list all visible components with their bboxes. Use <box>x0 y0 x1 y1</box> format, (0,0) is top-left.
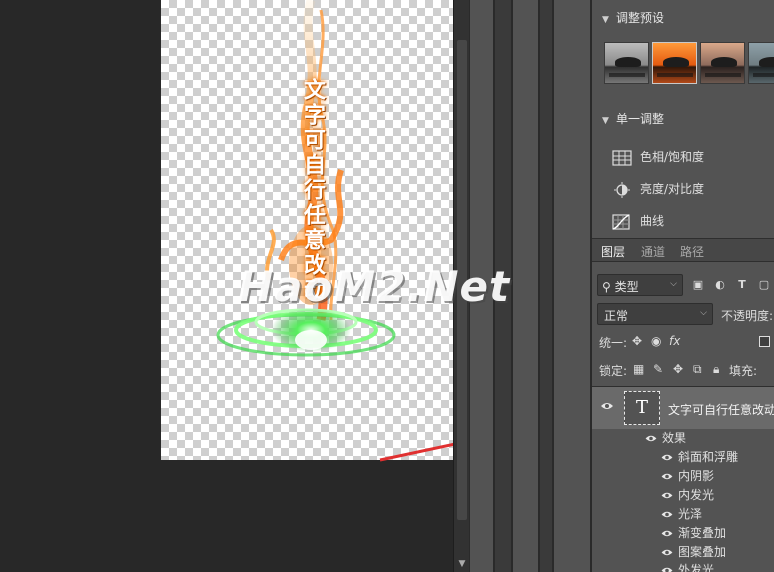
layer-name[interactable]: 文字可自行任意改动 <box>668 401 774 418</box>
lock-position-icon[interactable]: ✥ <box>673 362 683 376</box>
adjustments-layers-panel: ▼ 调整预设 ▼ 单一调整 色相/饱和度 亮度/对比度 曲线 图层 通道 路径 … <box>591 0 774 572</box>
effect-item[interactable]: 外发光 <box>660 561 714 572</box>
panel-dock-column <box>553 0 591 572</box>
effect-label: 斜面和浮雕 <box>678 450 739 464</box>
chevron-down-icon: ▼ <box>602 15 609 25</box>
eye-icon[interactable] <box>660 566 674 572</box>
panel-dock-column <box>512 0 539 572</box>
eye-icon[interactable] <box>660 510 674 519</box>
blend-mode-select[interactable]: 正常 ⌵ <box>597 303 713 325</box>
effects-label: 效果 <box>662 431 687 445</box>
lock-transparent-icon[interactable]: ▦ <box>633 362 644 376</box>
lock-brush-icon[interactable]: ✎ <box>653 362 663 376</box>
adjustment-filter-icon[interactable]: ◐ <box>713 278 727 292</box>
effect-item[interactable]: 斜面和浮雕 <box>660 448 738 465</box>
lock-artboard-icon[interactable]: ⧉ <box>693 362 702 377</box>
propagate-checkbox[interactable] <box>759 336 770 347</box>
eye-icon[interactable] <box>600 401 614 411</box>
preset-thumbnail[interactable] <box>652 42 697 84</box>
eye-icon[interactable] <box>660 472 674 481</box>
adjust-label: 曲线 <box>640 214 665 228</box>
tab-paths[interactable]: 路径 <box>680 243 704 260</box>
lock-label: 锁定: <box>599 364 628 378</box>
effect-label: 内阴影 <box>678 469 715 483</box>
curves-icon <box>612 213 630 230</box>
adjust-brightness-contrast[interactable]: 亮度/对比度 <box>612 180 704 198</box>
text-layer-row[interactable]: T 文字可自行任意改动 <box>592 387 774 429</box>
search-icon: ⚲ <box>602 280 611 294</box>
filter-kind-value: 类型 <box>614 280 639 294</box>
document-canvas[interactable]: 文字可自行任意改动 <box>161 0 453 460</box>
eye-icon[interactable] <box>644 434 658 443</box>
lock-row: 锁定: ▦ ✎ ✥ ⧉ 🔒︎ 填充: <box>599 362 774 380</box>
blend-mode-row: 正常 ⌵ 不透明度: <box>597 303 774 327</box>
presets-section-header[interactable]: ▼ 调整预设 <box>602 9 664 26</box>
tab-channels[interactable]: 通道 <box>641 243 665 260</box>
unify-label: 统一: <box>599 336 628 350</box>
fill-label: 填充: <box>729 364 758 378</box>
preset-thumbnails <box>604 42 774 84</box>
eye-icon[interactable] <box>660 529 674 538</box>
text-filter-icon[interactable]: T <box>735 278 749 292</box>
unify-position-icon[interactable]: ✥ <box>632 334 642 348</box>
effect-item[interactable]: 内阴影 <box>660 467 714 484</box>
chevron-down-icon: ⌵ <box>700 308 707 318</box>
panel-dock-divider <box>539 0 553 572</box>
canvas-scrollbar[interactable]: ▼ <box>453 0 469 572</box>
opacity-label: 不透明度: <box>721 309 774 323</box>
unify-visibility-icon[interactable]: ◉ <box>651 334 661 348</box>
canvas-vertical-text: 文字可自行任意改动 <box>300 78 326 303</box>
adjust-curves[interactable]: 曲线 <box>612 212 664 230</box>
unify-style-icon[interactable]: fx <box>669 334 680 348</box>
effect-label: 图案叠加 <box>678 545 727 559</box>
effect-item[interactable]: 内发光 <box>660 486 714 503</box>
scroll-down-icon[interactable]: ▼ <box>456 558 468 570</box>
panel-dock-divider <box>494 0 512 572</box>
layer-list: T 文字可自行任意改动 效果 斜面和浮雕 内阴影 内发光 光泽 渐变叠加 图案叠… <box>592 386 774 572</box>
eye-icon[interactable] <box>660 491 674 500</box>
brightness-icon <box>614 181 630 198</box>
hue-saturation-icon <box>612 149 632 166</box>
effect-label: 内发光 <box>678 488 715 502</box>
scrollbar-thumb[interactable] <box>457 40 467 520</box>
presets-title: 调整预设 <box>616 11 665 25</box>
eye-icon[interactable] <box>660 453 674 462</box>
effect-item[interactable]: 光泽 <box>660 505 702 522</box>
effect-label: 渐变叠加 <box>678 526 727 540</box>
lock-all-icon[interactable]: 🔒︎ <box>713 362 719 377</box>
eye-icon[interactable] <box>660 548 674 557</box>
effect-label: 光泽 <box>678 507 703 521</box>
layers-tab-bar: 图层 通道 路径 <box>592 238 774 262</box>
effect-item[interactable]: 渐变叠加 <box>660 524 726 541</box>
panel-dock-column <box>469 0 494 572</box>
image-filter-icon[interactable]: ▣ <box>691 278 705 292</box>
effect-item[interactable]: 图案叠加 <box>660 543 726 560</box>
layer-filter-select[interactable]: ⚲ 类型 ⌵ <box>597 274 683 296</box>
adjust-label: 色相/饱和度 <box>640 150 705 164</box>
effects-row[interactable]: 效果 <box>644 429 686 446</box>
preset-thumbnail[interactable] <box>748 42 774 84</box>
layer-filter-row: ⚲ 类型 ⌵ ▣ ◐ T ▢ <box>597 274 774 298</box>
single-adjust-title: 单一调整 <box>616 112 665 126</box>
tab-layers[interactable]: 图层 <box>601 243 625 260</box>
adjust-label: 亮度/对比度 <box>640 182 705 196</box>
effect-label: 外发光 <box>678 563 715 572</box>
canvas-workspace[interactable]: 文字可自行任意改动 <box>0 0 612 572</box>
adjust-hue-saturation[interactable]: 色相/饱和度 <box>612 148 704 166</box>
chevron-down-icon: ⌵ <box>670 279 677 289</box>
preset-thumbnail[interactable] <box>604 42 649 84</box>
single-adjust-header[interactable]: ▼ 单一调整 <box>602 110 664 127</box>
text-layer-thumbnail: T <box>624 391 660 425</box>
blend-mode-value: 正常 <box>604 309 629 323</box>
unify-row: 统一: ✥ ◉ fx <box>599 334 774 352</box>
shape-filter-icon[interactable]: ▢ <box>757 278 771 292</box>
chevron-down-icon: ▼ <box>602 116 609 126</box>
preset-thumbnail[interactable] <box>700 42 745 84</box>
